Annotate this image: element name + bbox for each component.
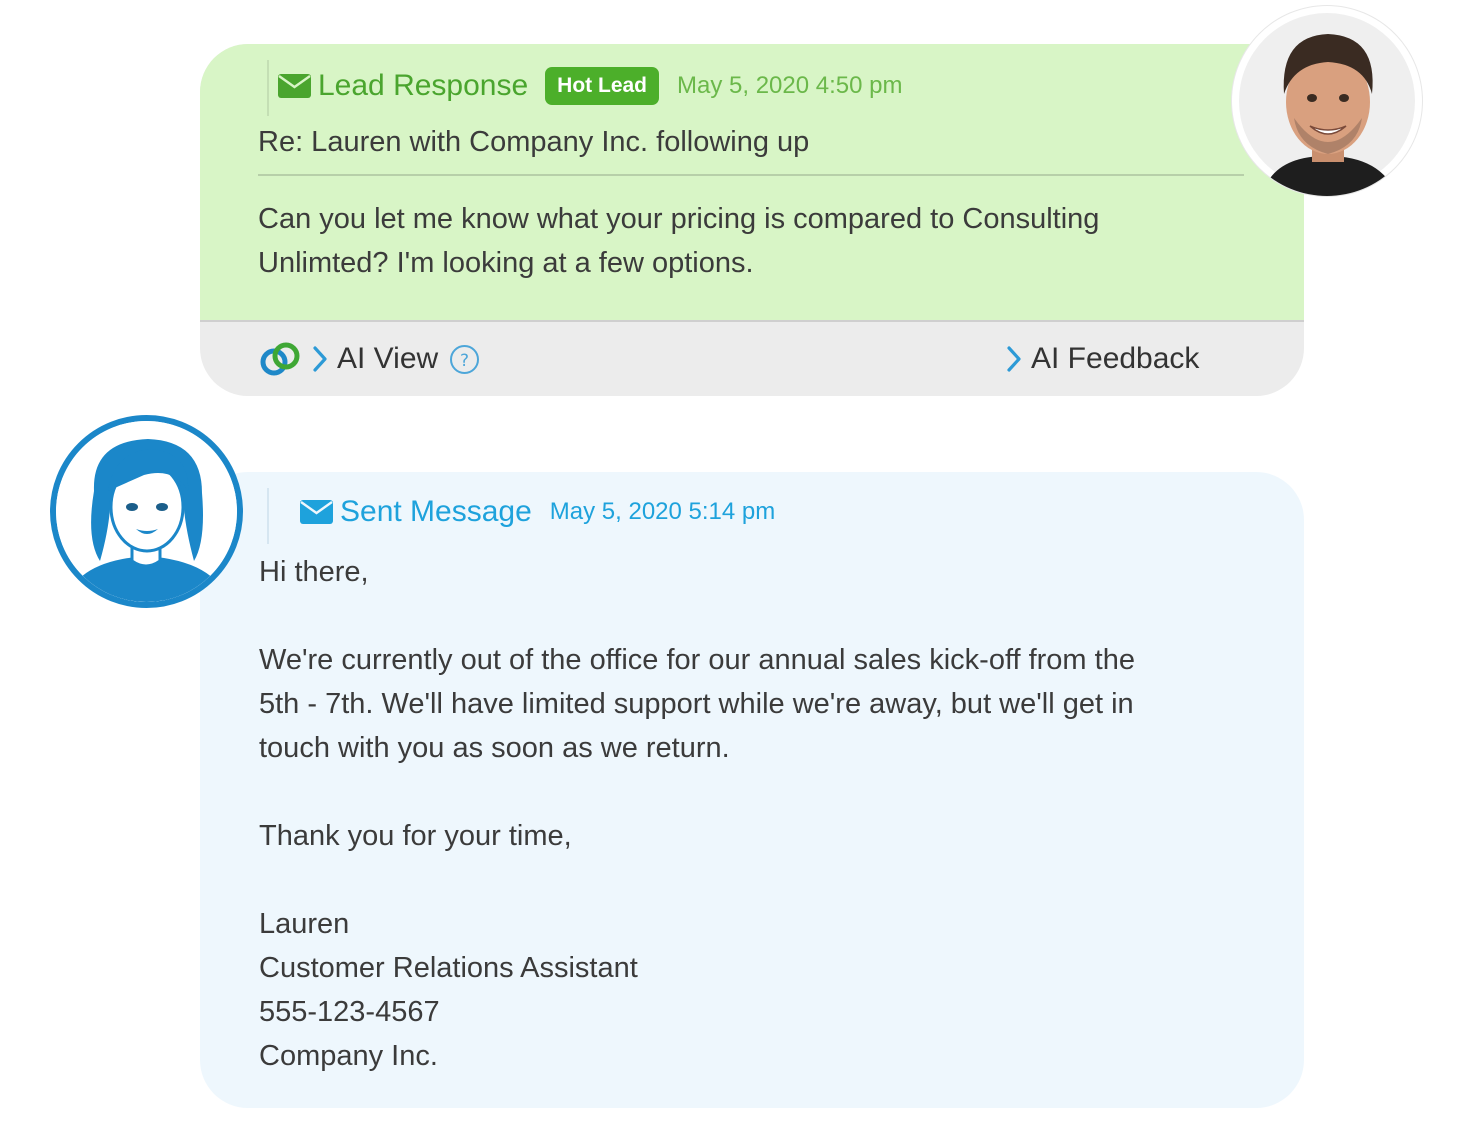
sent-message-timestamp: May 5, 2020 5:14 pm <box>549 498 776 525</box>
signature-name: Lauren <box>259 908 350 940</box>
lead-response-header: Lead Response Hot Lead May 5, 2020 4:50 … <box>278 66 902 106</box>
sent-message-body: Hi there, We're currently out of the off… <box>259 550 1259 1078</box>
lead-response-timestamp: May 5, 2020 4:50 pm <box>677 72 903 99</box>
sent-message-header: Sent Message May 5, 2020 5:14 pm <box>300 492 775 532</box>
message-paragraph-line: 5th - 7th. We'll have limited support wh… <box>259 688 1134 720</box>
lead-response-title: Lead Response <box>318 69 529 102</box>
lead-header-divider <box>267 60 269 116</box>
ai-logo-icon <box>258 339 302 379</box>
sender-avatar <box>50 415 243 608</box>
ai-feedback-button[interactable]: AI Feedback <box>1006 322 1199 396</box>
message-closing: Thank you for your time, <box>259 820 572 852</box>
lead-response-message: Can you let me know what your pricing is… <box>258 203 1100 279</box>
ai-feedback-label: AI Feedback <box>1031 342 1200 375</box>
signature-company: Company Inc. <box>259 1040 438 1072</box>
envelope-icon <box>278 74 311 98</box>
signature-phone: 555-123-4567 <box>259 996 440 1028</box>
lead-response-subject: Re: Lauren with Company Inc. following u… <box>258 126 810 158</box>
lead-response-footer: AI View ? AI Feedback <box>200 322 1304 396</box>
lead-response-body: Lead Response Hot Lead May 5, 2020 4:50 … <box>200 44 1304 320</box>
svg-text:?: ? <box>460 351 469 371</box>
envelope-icon <box>300 500 333 524</box>
lead-avatar <box>1232 6 1422 196</box>
ai-view-label: AI View <box>337 342 439 375</box>
ai-view-button[interactable]: AI View ? <box>258 322 480 396</box>
sent-message-title: Sent Message <box>340 495 532 528</box>
message-greeting: Hi there, <box>259 556 369 588</box>
signature-title: Customer Relations Assistant <box>259 952 638 984</box>
lead-response-card: Lead Response Hot Lead May 5, 2020 4:50 … <box>200 44 1304 396</box>
sent-header-divider <box>267 488 269 544</box>
chevron-right-icon <box>1006 344 1022 374</box>
subject-divider <box>258 174 1244 176</box>
message-paragraph-line: We're currently out of the office for ou… <box>259 644 1135 676</box>
chevron-right-icon <box>312 344 328 374</box>
message-paragraph-line: touch with you as soon as we return. <box>259 732 730 764</box>
help-icon[interactable]: ? <box>449 344 480 375</box>
sent-message-card: Sent Message May 5, 2020 5:14 pm Hi ther… <box>200 472 1304 1108</box>
hot-lead-badge: Hot Lead <box>545 67 660 105</box>
